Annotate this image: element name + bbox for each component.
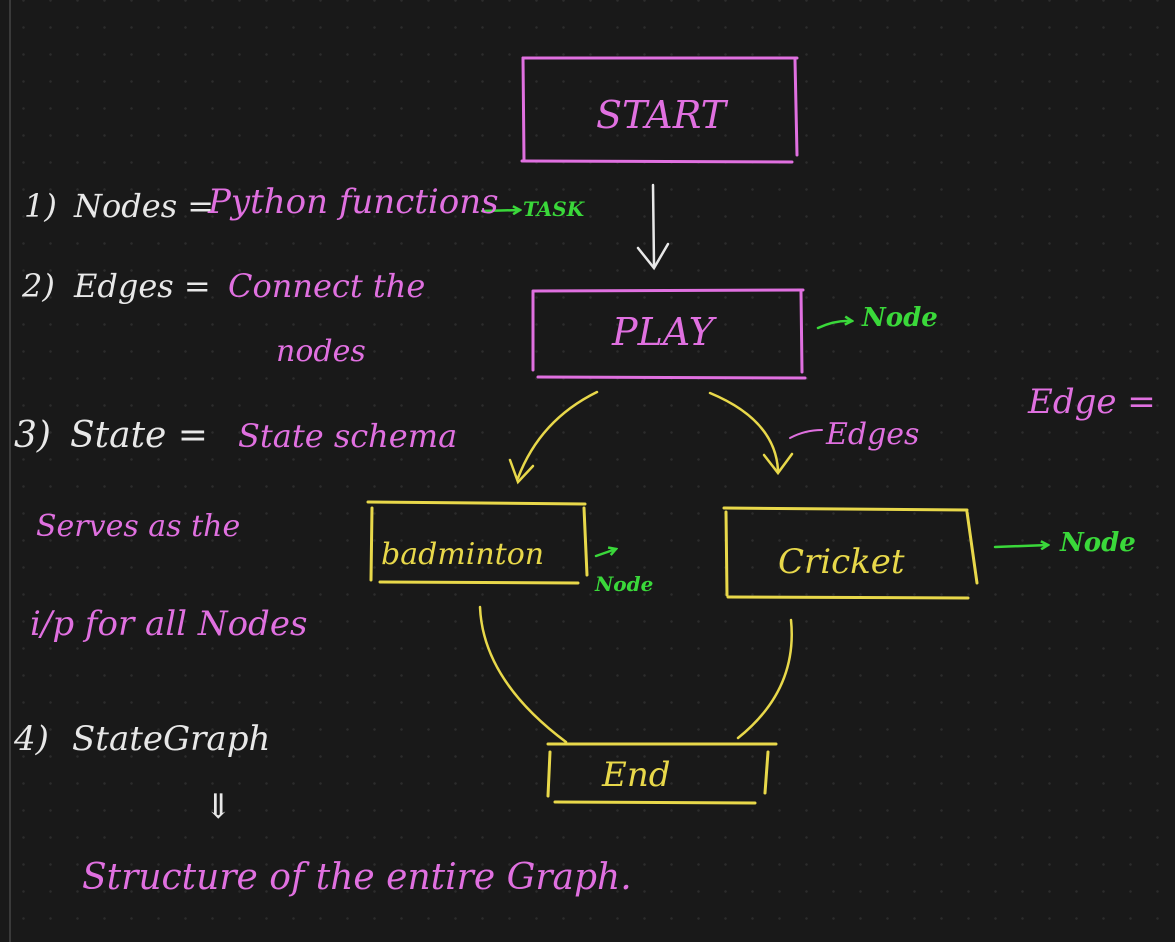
- play-to-cricket-edge: [708, 391, 794, 476]
- note-3-term: State =: [70, 415, 208, 456]
- note-1-definition: Python functions: [208, 182, 499, 222]
- start-to-play-arrow: [636, 183, 670, 271]
- note-2-definition-line2: nodes: [276, 334, 366, 369]
- note-4-term: StateGraph: [72, 719, 271, 759]
- note-4-number: 4): [14, 719, 49, 759]
- note-2-term: Edges =: [74, 267, 211, 305]
- cricket-node-arrow: [993, 545, 1048, 547]
- note-3-line3: i/p for all Nodes: [30, 604, 308, 644]
- badminton-node-label: badminton: [381, 537, 545, 572]
- badminton-node-arrow: [594, 549, 616, 558]
- play-node-arrow: [816, 321, 852, 330]
- end-node-label: End: [602, 755, 671, 795]
- task-tag: TASK: [523, 197, 585, 221]
- note-3-number: 3): [14, 415, 51, 456]
- edge-tag: Edges: [826, 417, 920, 452]
- badminton-node-tag: Node: [595, 572, 654, 596]
- cricket-node-tag: Node: [1060, 528, 1136, 558]
- note-3-line2: Serves as the: [36, 509, 241, 544]
- note-4-definition: Structure of the entire Graph.: [82, 857, 632, 898]
- note-4-down-arrow: ⇓: [204, 787, 233, 827]
- flow-diagram: [366, 56, 1175, 805]
- note-2-number: 2): [22, 267, 55, 305]
- play-to-badminton-edge: [508, 390, 599, 485]
- cricket-node-label: Cricket: [778, 542, 905, 582]
- badminton-to-end-edge: [478, 605, 568, 744]
- edge-equals-note: Edge =: [1028, 382, 1156, 422]
- edge-arrow: [789, 429, 823, 439]
- note-1-term: Nodes =: [74, 187, 215, 225]
- cricket-to-end-edge: [736, 618, 793, 740]
- play-node-label: PLAY: [612, 310, 714, 354]
- play-node-tag: Node: [862, 303, 938, 333]
- note-2-definition-line1: Connect the: [228, 267, 426, 305]
- start-node-label: START: [596, 93, 727, 137]
- note-1-number: 1): [24, 187, 57, 225]
- note-3-definition: State schema: [238, 417, 458, 455]
